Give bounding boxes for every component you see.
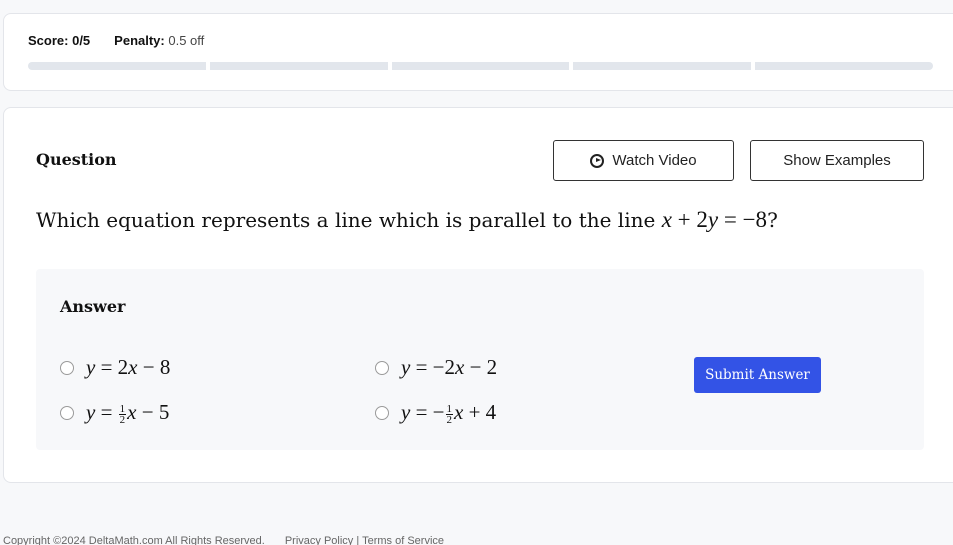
progress-bar [28,62,933,70]
fraction: 12 [445,402,454,426]
prompt-end: ? [767,208,778,232]
penalty-label: Penalty: [114,33,165,48]
radio-button[interactable] [375,360,389,375]
footer-links: Privacy Policy | Terms of Service [285,535,444,545]
submit-answer-button[interactable]: Submit Answer [694,357,821,393]
radio-button[interactable] [60,405,74,420]
option-equation: y = 12x − 5 [86,400,170,426]
prompt-equation: x + 2y = −8 [661,207,768,232]
watch-video-label: Watch Video [612,152,697,169]
progress-segment-3 [391,62,570,70]
answer-option[interactable]: y = −1 2 x + 4 [375,400,496,425]
score-row: Score: 0/5 Penalty: 0.5 off [28,33,204,48]
question-heading: Question [36,150,117,169]
watch-video-button[interactable]: Watch Video [553,140,734,181]
penalty: Penalty: 0.5 off [114,33,204,48]
answer-option[interactable]: y = 12x − 5 [60,400,169,425]
play-circle-icon [590,153,605,168]
fraction: 12 [118,402,127,426]
privacy-policy-link[interactable]: Privacy Policy [285,535,353,545]
option-equation: y = −1 2 x + 4 [401,400,497,426]
terms-of-service-link[interactable]: Terms of Service [362,535,444,545]
progress-segment-5 [755,62,933,70]
score-label: Score: [28,33,69,48]
score-value: 0/5 [72,33,91,48]
radio-button[interactable] [375,405,389,420]
radio-button[interactable] [60,360,74,375]
progress-segment-4 [573,62,752,70]
option-equation: y = 2x − 8 [86,355,171,379]
answer-box: Answer y = 2x − 8 y = 12x − 5 y = −2x − … [36,269,924,450]
answer-option[interactable]: y = 2x − 8 [60,355,170,380]
question-card: Question Watch Video Show Examples Which… [3,107,953,483]
prompt-text: Which equation represents a line which i… [36,208,662,232]
score: Score: 0/5 [28,33,90,48]
show-examples-button[interactable]: Show Examples [750,140,924,181]
copyright-text: Copyright ©2024 DeltaMath.com All Rights… [3,535,265,545]
answer-option[interactable]: y = −2x − 2 [375,355,497,380]
answer-heading: Answer [60,297,126,316]
progress-segment-1 [28,62,206,70]
score-card: Score: 0/5 Penalty: 0.5 off [3,13,953,91]
footer: Copyright ©2024 DeltaMath.com All Rights… [3,535,444,545]
progress-segment-2 [209,62,388,70]
link-separator: | [356,535,360,545]
question-prompt: Which equation represents a line which i… [36,207,778,233]
option-equation: y = −2x − 2 [401,355,498,379]
penalty-value: 0.5 off [168,33,205,48]
